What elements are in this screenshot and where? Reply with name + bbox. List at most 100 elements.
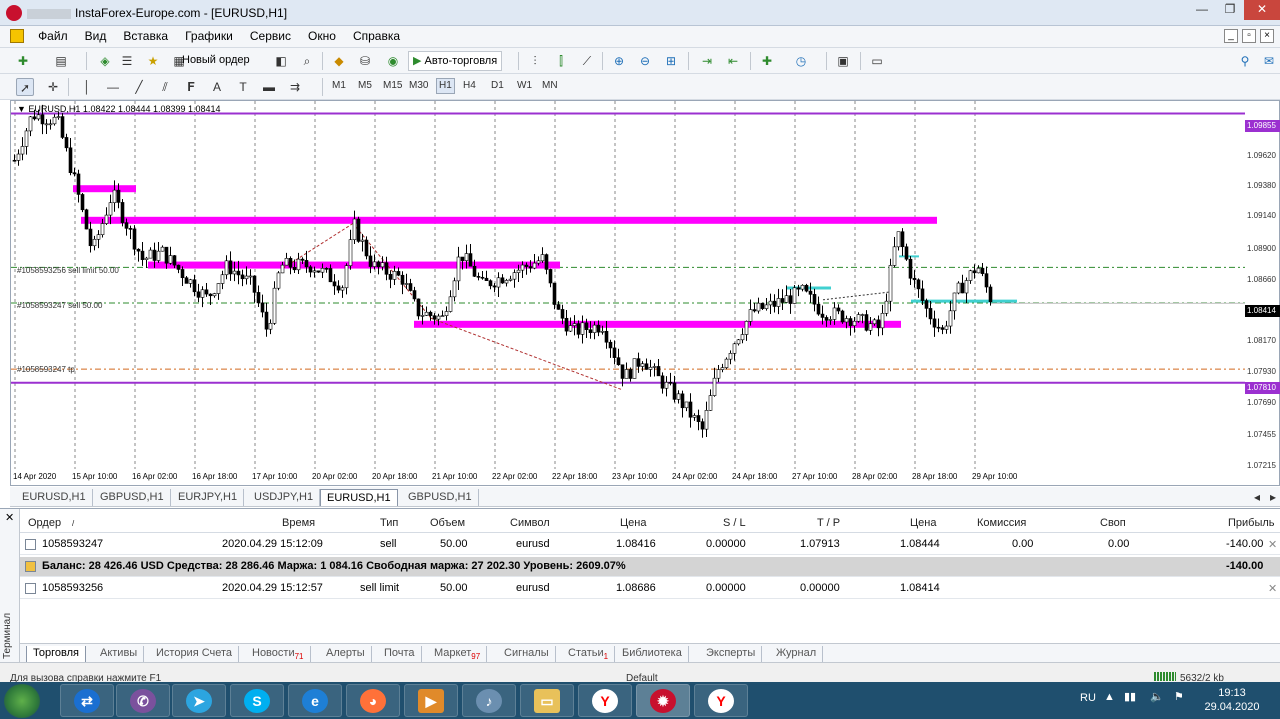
- tab-library[interactable]: Библиотека: [616, 646, 689, 663]
- text-label-icon[interactable]: T: [234, 78, 252, 96]
- bar-chart-icon[interactable]: ⫶: [526, 52, 544, 70]
- col-time[interactable]: Время: [282, 517, 315, 529]
- taskbar-app[interactable]: ▶: [404, 684, 458, 717]
- tab-mailbox[interactable]: Почта: [378, 646, 422, 663]
- col-symbol[interactable]: Символ: [510, 517, 550, 529]
- menu-file[interactable]: Файл: [31, 26, 75, 46]
- minimize-button[interactable]: —: [1188, 0, 1216, 20]
- speaker-icon[interactable]: 🔈: [1150, 690, 1164, 703]
- tabs-scroll-right-icon[interactable]: ▸: [1264, 488, 1280, 506]
- fibonacci-icon[interactable]: 𝐅: [182, 78, 200, 96]
- profiles-icon[interactable]: ▤: [52, 52, 70, 70]
- timeframe-h4[interactable]: H4: [463, 80, 476, 91]
- timeframe-mn[interactable]: MN: [542, 80, 558, 91]
- candlestick-icon[interactable]: ⫿: [552, 52, 570, 70]
- tab-assets[interactable]: Активы: [94, 646, 145, 663]
- col-type[interactable]: Тип: [380, 517, 398, 529]
- rectangle-label-icon[interactable]: ▬: [260, 78, 278, 96]
- chart-tab-eurusd[interactable]: EURUSD,H1: [16, 489, 93, 506]
- taskbar-app[interactable]: ➤: [172, 684, 226, 717]
- col-order[interactable]: Ордер: [28, 517, 61, 529]
- chart-tab-usdjpy[interactable]: USDJPY,H1: [248, 489, 321, 506]
- tab-alerts[interactable]: Алерты: [320, 646, 372, 663]
- crosshair-icon[interactable]: ✛: [44, 78, 62, 96]
- menu-window[interactable]: Окно: [301, 26, 343, 46]
- flag-icon[interactable]: ⚑: [1174, 690, 1184, 703]
- market-icon[interactable]: ⛁: [356, 52, 374, 70]
- strategy-tester-icon[interactable]: ⌕: [298, 52, 316, 70]
- close-order-icon[interactable]: ✕: [1268, 538, 1277, 551]
- menu-charts[interactable]: Графики: [178, 26, 240, 46]
- market-watch-icon[interactable]: ◈: [96, 52, 114, 70]
- col-profit[interactable]: Прибыль: [1228, 517, 1275, 529]
- terminal-close-icon[interactable]: ✕: [5, 511, 14, 524]
- timeframe-m1[interactable]: M1: [332, 80, 346, 91]
- taskbar-app[interactable]: ♪: [462, 684, 516, 717]
- col-volume[interactable]: Объем: [430, 517, 465, 529]
- taskbar-app[interactable]: ✆: [116, 684, 170, 717]
- timeframe-d1[interactable]: D1: [491, 80, 504, 91]
- navigator-icon[interactable]: ★: [144, 52, 162, 70]
- zoom-out-icon[interactable]: ⊖: [636, 52, 654, 70]
- taskbar-app[interactable]: S: [230, 684, 284, 717]
- tab-articles[interactable]: Статьи1: [562, 646, 616, 663]
- timeframe-h1[interactable]: H1: [436, 78, 455, 94]
- vps-icon[interactable]: ◉: [384, 52, 402, 70]
- arrows-icon[interactable]: ⇉: [286, 78, 304, 96]
- chart-properties-icon[interactable]: ▭: [868, 52, 886, 70]
- col-swap[interactable]: Своп: [1100, 517, 1126, 529]
- mdi-restore-button[interactable]: ▫: [1242, 29, 1256, 43]
- metaeditor-icon[interactable]: ◧: [272, 52, 290, 70]
- tab-market[interactable]: Маркет97: [428, 646, 488, 663]
- col-current-price[interactable]: Цена: [910, 517, 936, 529]
- menu-tools[interactable]: Сервис: [243, 26, 298, 46]
- indicators-icon[interactable]: ✚: [758, 52, 776, 70]
- chat-icon[interactable]: ✉: [1260, 52, 1278, 70]
- zoom-in-icon[interactable]: ⊕: [610, 52, 628, 70]
- text-icon[interactable]: A: [208, 78, 226, 96]
- chart-menu-arrow-icon[interactable]: ▼: [17, 104, 28, 114]
- trendline-icon[interactable]: ╱: [130, 78, 148, 96]
- periods-icon[interactable]: ◷: [792, 52, 810, 70]
- tab-account-history[interactable]: История Счета: [150, 646, 240, 663]
- taskbar-app[interactable]: e: [288, 684, 342, 717]
- col-sl[interactable]: S / L: [723, 517, 746, 529]
- table-row[interactable]: 1058593247 2020.04.29 15:12:09 sell 50.0…: [20, 535, 1280, 555]
- system-clock[interactable]: 19:13 29.04.2020: [1196, 686, 1268, 714]
- close-button[interactable]: ✕: [1244, 0, 1280, 20]
- timeframe-w1[interactable]: W1: [517, 80, 532, 91]
- chart-tab-eurjpy[interactable]: EURJPY,H1: [172, 489, 245, 506]
- autotrading-button[interactable]: ▶ Авто-торговля: [408, 51, 503, 71]
- data-window-icon[interactable]: ☰: [118, 52, 136, 70]
- chart-tab-gbpusd[interactable]: GBPUSD,H1: [94, 489, 171, 506]
- network-icon[interactable]: ▮▮: [1124, 690, 1136, 703]
- menu-help[interactable]: Справка: [346, 26, 407, 46]
- cursor-icon[interactable]: ➚: [16, 78, 34, 96]
- tab-news[interactable]: Новости71: [246, 646, 311, 663]
- line-chart-icon[interactable]: ⟋: [578, 52, 596, 70]
- timeframe-m5[interactable]: M5: [358, 80, 372, 91]
- taskbar-app-active[interactable]: ✹: [636, 684, 690, 717]
- language-indicator[interactable]: RU: [1080, 692, 1096, 704]
- start-button[interactable]: [4, 684, 40, 718]
- chart-tab-gbpusd-2[interactable]: GBPUSD,H1: [402, 489, 479, 506]
- tab-experts[interactable]: Эксперты: [700, 646, 763, 663]
- signals-icon[interactable]: ◆: [330, 52, 348, 70]
- col-tp[interactable]: T / P: [817, 517, 840, 529]
- taskbar-app[interactable]: ◕: [346, 684, 400, 717]
- timeframe-m15[interactable]: M15: [383, 80, 402, 91]
- taskbar-app[interactable]: ⇄: [60, 684, 114, 717]
- col-commission[interactable]: Комиссия: [977, 517, 1026, 529]
- vertical-line-icon[interactable]: │: [78, 78, 96, 96]
- mdi-close-button[interactable]: ×: [1260, 29, 1274, 43]
- new-chart-icon[interactable]: ✚: [14, 52, 32, 70]
- taskbar-app[interactable]: Y: [578, 684, 632, 717]
- tray-expand-icon[interactable]: ▲: [1104, 691, 1115, 703]
- equidistant-channel-icon[interactable]: ⫽: [156, 78, 174, 96]
- timeframe-m30[interactable]: M30: [409, 80, 428, 91]
- chart-shift-icon[interactable]: ⇤: [724, 52, 742, 70]
- auto-scroll-icon[interactable]: ⇥: [698, 52, 716, 70]
- menu-view[interactable]: Вид: [78, 26, 114, 46]
- maximize-button[interactable]: ❐: [1216, 0, 1244, 20]
- delete-order-icon[interactable]: ✕: [1268, 582, 1277, 595]
